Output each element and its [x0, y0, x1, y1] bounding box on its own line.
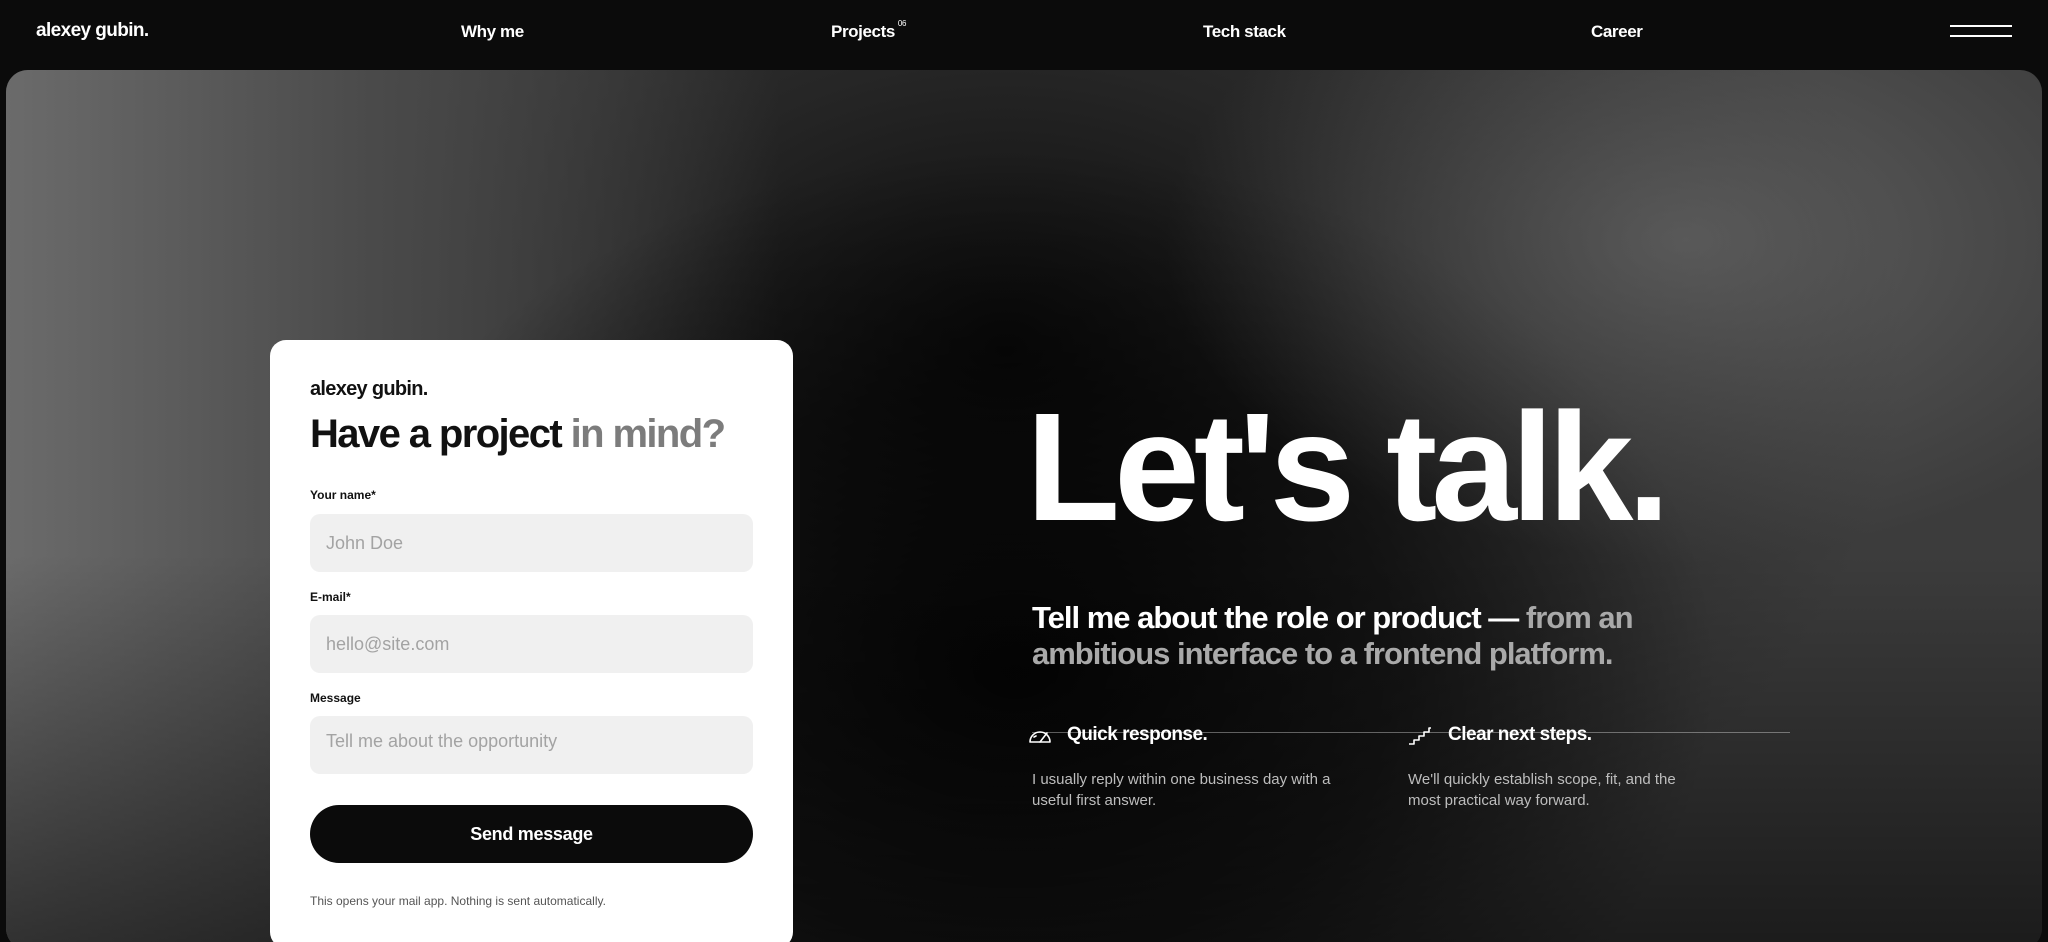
hero-title: Let's talk. — [1026, 381, 1670, 553]
form-heading-muted: in mind? — [570, 412, 726, 456]
nav-link-label: Career — [1591, 22, 1643, 41]
feature-text-clear-next-steps: We'll quickly establish scope, fit, and … — [1408, 771, 1676, 809]
projects-count-badge: 06 — [897, 19, 907, 29]
name-label: Your name* — [310, 488, 376, 502]
email-input[interactable] — [310, 615, 753, 673]
email-label: E-mail* — [310, 590, 351, 604]
send-message-button[interactable]: Send message — [310, 805, 753, 863]
nav-link-label: Why me — [461, 22, 524, 41]
hero-subtitle: Tell me about the role or product — from… — [1032, 600, 1652, 672]
form-heading-main: Have a project — [310, 412, 563, 456]
nav-link-projects[interactable]: Projects 06 — [831, 19, 907, 42]
feature-text-quick-response: I usually reply within one business day … — [1032, 771, 1331, 809]
nav-link-why-me[interactable]: Why me — [461, 22, 524, 42]
top-navigation: alexey gubin. Why me Projects 06 Tech sta… — [0, 0, 2048, 70]
contact-form-card: alexey gubin. Have a project in mind? Yo… — [270, 340, 793, 942]
name-input[interactable] — [310, 514, 753, 572]
nav-link-tech-stack[interactable]: Tech stack — [1203, 22, 1286, 42]
feature-title-quick-response: Quick response. — [1067, 724, 1208, 745]
nav-link-career[interactable]: Career — [1591, 22, 1643, 42]
hamburger-icon[interactable] — [1950, 22, 2012, 42]
speedometer-icon — [1028, 727, 1052, 745]
stairs-icon — [1408, 727, 1432, 745]
form-note: This opens your mail app. Nothing is sen… — [310, 894, 606, 908]
message-label: Message — [310, 691, 361, 705]
hero-subtitle-main: Tell me about the role or product — — [1032, 600, 1519, 635]
site-logo[interactable]: alexey gubin. — [36, 20, 149, 42]
nav-link-label: Projects — [831, 22, 895, 41]
hero-section: alexey gubin. Have a project in mind? Yo… — [6, 70, 2042, 942]
feature-title-clear-next-steps: Clear next steps. — [1448, 724, 1592, 745]
message-textarea[interactable] — [310, 716, 753, 774]
nav-link-label: Tech stack — [1203, 22, 1286, 41]
form-heading: Have a project in mind? — [310, 412, 726, 457]
form-brand: alexey gubin. — [310, 378, 428, 400]
